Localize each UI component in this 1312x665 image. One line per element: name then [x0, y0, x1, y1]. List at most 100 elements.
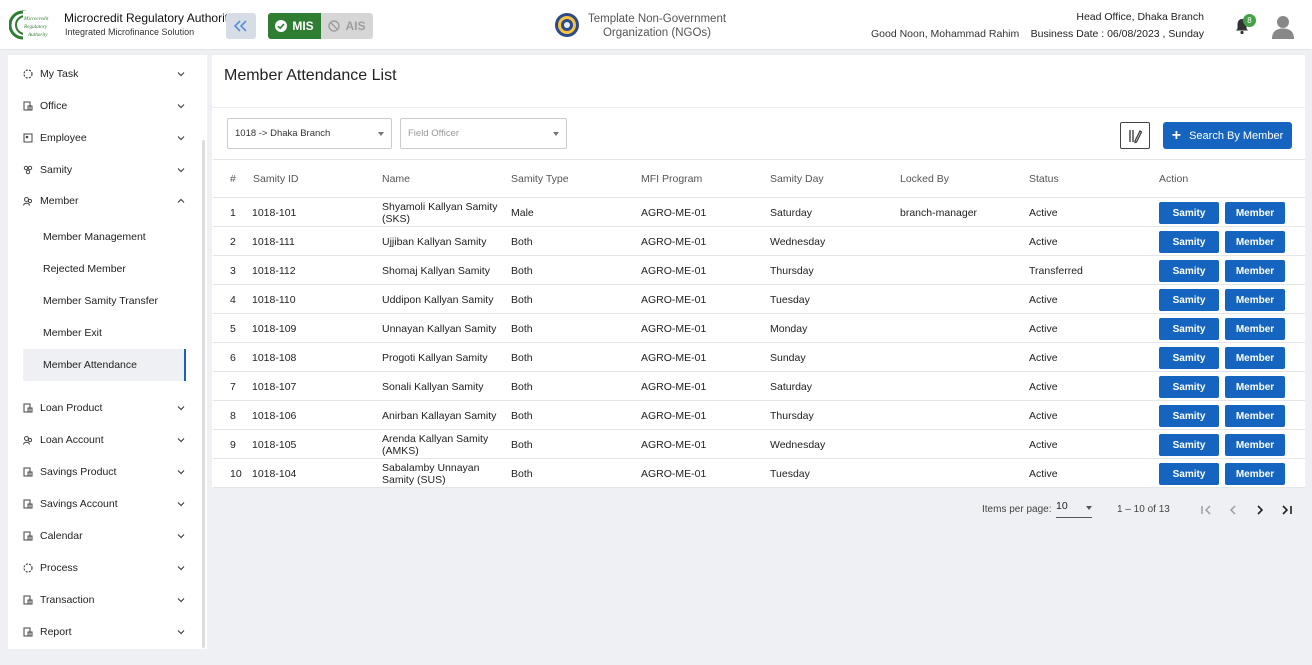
sidebar-item-employee[interactable]: Employee [8, 126, 200, 150]
mfi-program-cell: AGRO-ME-01 [641, 351, 707, 364]
column-header: Samity Day [770, 173, 824, 185]
chevron-down-icon [177, 168, 185, 173]
samity-name-cell: Arenda Kallyan Samity (AMKS) [382, 432, 489, 457]
previous-page-button[interactable] [1222, 499, 1244, 521]
member-action-button[interactable]: Member [1225, 347, 1285, 369]
member-action-button[interactable]: Member [1225, 202, 1285, 224]
samity-day-cell: Thursday [770, 264, 814, 277]
sidebar-item-my-task[interactable]: My Task [8, 62, 200, 86]
sidebar-scrollbar[interactable] [202, 140, 205, 648]
chevron-left-icon [1230, 505, 1236, 515]
sidebar-item-report[interactable]: Report [8, 620, 200, 644]
sidebar-item-office[interactable]: Office [8, 94, 200, 118]
samity-action-button[interactable]: Samity [1159, 202, 1219, 224]
column-header: Samity ID [253, 173, 299, 185]
field-officer-select[interactable]: Field Officer [400, 118, 567, 149]
samity-action-button[interactable]: Samity [1159, 434, 1219, 456]
user-avatar-icon[interactable] [1270, 13, 1296, 39]
samity-name-cell: Shyamoli Kallyan Samity (SKS) [382, 200, 498, 225]
search-by-member-button[interactable]: + Search By Member [1163, 122, 1292, 149]
notification-badge: 8 [1243, 14, 1256, 27]
org-name-line1: Template Non-Government [587, 13, 727, 25]
sidebar-item-transaction[interactable]: Transaction [8, 588, 200, 612]
mfi-program-cell: AGRO-ME-01 [641, 293, 707, 306]
page-size-select[interactable]: 10 [1056, 500, 1092, 518]
member-action-button[interactable]: Member [1225, 405, 1285, 427]
chevron-down-icon [177, 406, 185, 411]
savings-account-icon [23, 499, 33, 509]
report-icon [23, 627, 33, 637]
samity-action-button[interactable]: Samity [1159, 405, 1219, 427]
sidebar-sub-member-samity-transfer[interactable]: Member Samity Transfer [23, 285, 186, 317]
samity-action-button[interactable]: Samity [1159, 347, 1219, 369]
search-by-member-label: Search By Member [1189, 129, 1284, 142]
samity-action-button[interactable]: Samity [1159, 463, 1219, 485]
samity-day-cell: Tuesday [770, 467, 810, 480]
last-page-icon [1282, 505, 1292, 515]
savings-product-icon [23, 467, 33, 477]
column-settings-button[interactable] [1120, 122, 1150, 149]
sidebar-sub-member-exit[interactable]: Member Exit [23, 317, 186, 349]
mfi-program-cell: AGRO-ME-01 [641, 380, 707, 393]
chevron-down-icon [177, 104, 185, 109]
member-action-button[interactable]: Member [1225, 318, 1285, 340]
samity-name-cell: Unnayan Kallyan Samity [382, 322, 497, 335]
ais-toggle-button[interactable]: AIS [321, 13, 373, 39]
sidebar-item-loan-product[interactable]: Loan Product [8, 396, 200, 420]
first-page-icon [1201, 505, 1211, 515]
status-cell: Active [1029, 438, 1058, 451]
org-name-line2: Organization (NGOs) [602, 27, 711, 39]
member-action-button[interactable]: Member [1225, 434, 1285, 456]
sidebar-item-member[interactable]: Member [8, 189, 200, 213]
samity-action-button[interactable]: Samity [1159, 318, 1219, 340]
collapse-sidebar-button[interactable] [226, 13, 256, 39]
member-action-button[interactable]: Member [1225, 289, 1285, 311]
table-row: 4 1018-110 Uddipon Kallyan Samity Both AGRO-… [213, 285, 1305, 314]
mfi-program-cell: AGRO-ME-01 [641, 467, 707, 480]
sidebar-item-savings-account[interactable]: Savings Account [8, 492, 200, 516]
dropdown-caret-icon [553, 132, 559, 136]
sidebar-item-label: Loan Product [40, 402, 103, 414]
samity-type-cell: Both [511, 409, 533, 422]
office-branch: Head Office, Dhaka Branch [1076, 11, 1204, 23]
mis-toggle-button[interactable]: MIS [268, 13, 321, 39]
row-index: 10 [230, 467, 242, 480]
sidebar-item-loan-account[interactable]: Loan Account [8, 428, 200, 452]
title-divider [212, 107, 1305, 108]
sidebar-sub-label: Member Exit [43, 327, 102, 339]
chevron-down-icon [177, 438, 185, 443]
member-action-button[interactable]: Member [1225, 376, 1285, 398]
first-page-button[interactable] [1195, 499, 1217, 521]
samity-action-button[interactable]: Samity [1159, 289, 1219, 311]
last-page-button[interactable] [1276, 499, 1298, 521]
branch-select[interactable]: 1018 -> Dhaka Branch [227, 118, 392, 149]
member-action-button[interactable]: Member [1225, 231, 1285, 253]
sidebar-item-savings-product[interactable]: Savings Product [8, 460, 200, 484]
samity-action-button[interactable]: Samity [1159, 376, 1219, 398]
sidebar-item-label: Calendar [40, 530, 83, 542]
main-content: Member Attendance List 1018 -> Dhaka Bra… [212, 55, 1305, 533]
samity-id-cell: 1018-104 [252, 467, 297, 480]
page-title: Member Attendance List [224, 67, 397, 84]
status-cell: Active [1029, 351, 1058, 364]
sidebar-sub-rejected-member[interactable]: Rejected Member [23, 253, 186, 285]
samity-icon [23, 165, 33, 175]
member-action-button[interactable]: Member [1225, 260, 1285, 282]
sidebar-item-calendar[interactable]: Calendar [8, 524, 200, 548]
next-page-button[interactable] [1249, 499, 1271, 521]
status-cell: Active [1029, 467, 1058, 480]
sidebar-sub-member-attendance[interactable]: Member Attendance [23, 349, 186, 381]
sidebar-sub-member-management[interactable]: Member Management [23, 221, 186, 253]
sidebar-item-process[interactable]: Process [8, 556, 200, 580]
sidebar-item-label: Process [40, 562, 78, 574]
samity-name-cell: Sonali Kallyan Samity [382, 380, 484, 393]
member-action-button[interactable]: Member [1225, 463, 1285, 485]
status-cell: Active [1029, 322, 1058, 335]
edit-columns-icon [1129, 129, 1143, 143]
sidebar-item-samity[interactable]: Samity [8, 158, 200, 182]
government-emblem-icon [555, 13, 579, 37]
samity-action-button[interactable]: Samity [1159, 260, 1219, 282]
table-body: 1 1018-101 Shyamoli Kallyan Samity (SKS) Ma… [213, 198, 1305, 488]
samity-type-cell: Male [511, 206, 534, 219]
samity-action-button[interactable]: Samity [1159, 231, 1219, 253]
